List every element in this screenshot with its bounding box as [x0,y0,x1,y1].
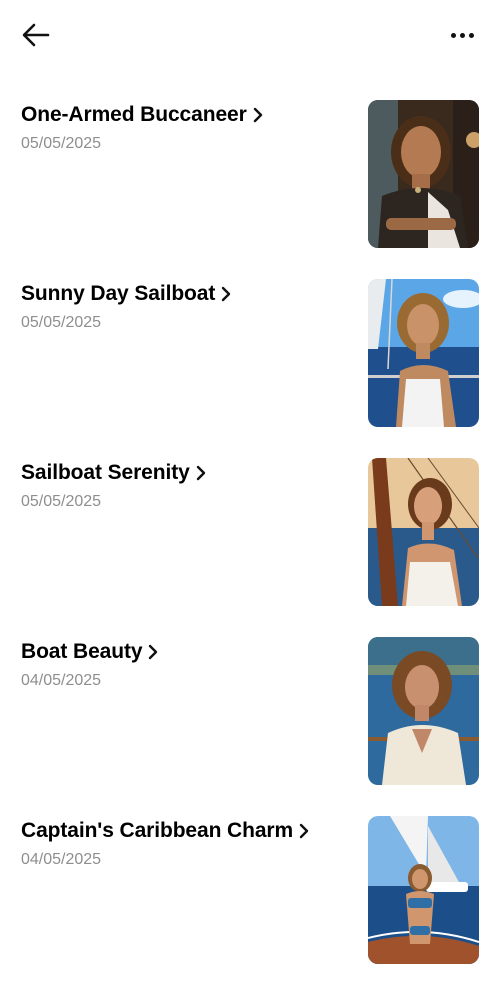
item-date: 05/05/2025 [21,493,102,510]
creation-list: One-Armed Buccaneer 05/05/2025 Sunny Day… [0,100,500,995]
item-thumbnail[interactable] [368,100,479,248]
list-item[interactable]: One-Armed Buccaneer 05/05/2025 [0,100,500,279]
item-title: Sailboat Serenity [21,461,190,484]
more-horizontal-icon [450,32,456,38]
list-item[interactable]: Sunny Day Sailboat 05/05/2025 [0,279,500,458]
back-button[interactable] [16,18,56,52]
item-title-row[interactable]: Sunny Day Sailboat [21,280,231,308]
chevron-right-icon [221,286,231,302]
item-thumbnail[interactable] [368,637,479,785]
chevron-right-icon [299,823,309,839]
chevron-right-icon [253,107,263,123]
item-thumbnail[interactable] [368,816,479,964]
more-dot [459,32,465,38]
more-options-button[interactable] [442,20,482,50]
item-title: Sunny Day Sailboat [21,282,216,305]
item-title: Captain's Caribbean Charm [21,819,294,842]
item-title: Boat Beauty [21,640,143,663]
item-date: 04/05/2025 [21,851,102,868]
item-title-row[interactable]: Boat Beauty [21,638,158,666]
item-title-row[interactable]: Sailboat Serenity [21,459,206,487]
item-date: 04/05/2025 [21,672,102,689]
item-title: One-Armed Buccaneer [21,103,247,126]
chevron-right-icon [148,644,158,660]
item-title-row[interactable]: Captain's Caribbean Charm [21,817,309,845]
list-item[interactable]: Boat Beauty 04/05/2025 [0,637,500,816]
arrow-left-icon [22,23,50,47]
more-dot [468,32,474,38]
item-thumbnail[interactable] [368,458,479,606]
item-date: 05/05/2025 [21,135,102,152]
list-item[interactable]: Sailboat Serenity 05/05/2025 [0,458,500,637]
list-item[interactable]: Captain's Caribbean Charm 04/05/2025 [0,816,500,995]
item-title-row[interactable]: One-Armed Buccaneer [21,101,263,129]
chevron-right-icon [196,465,206,481]
top-bar [0,0,500,70]
item-thumbnail[interactable] [368,279,479,427]
item-date: 05/05/2025 [21,314,102,331]
